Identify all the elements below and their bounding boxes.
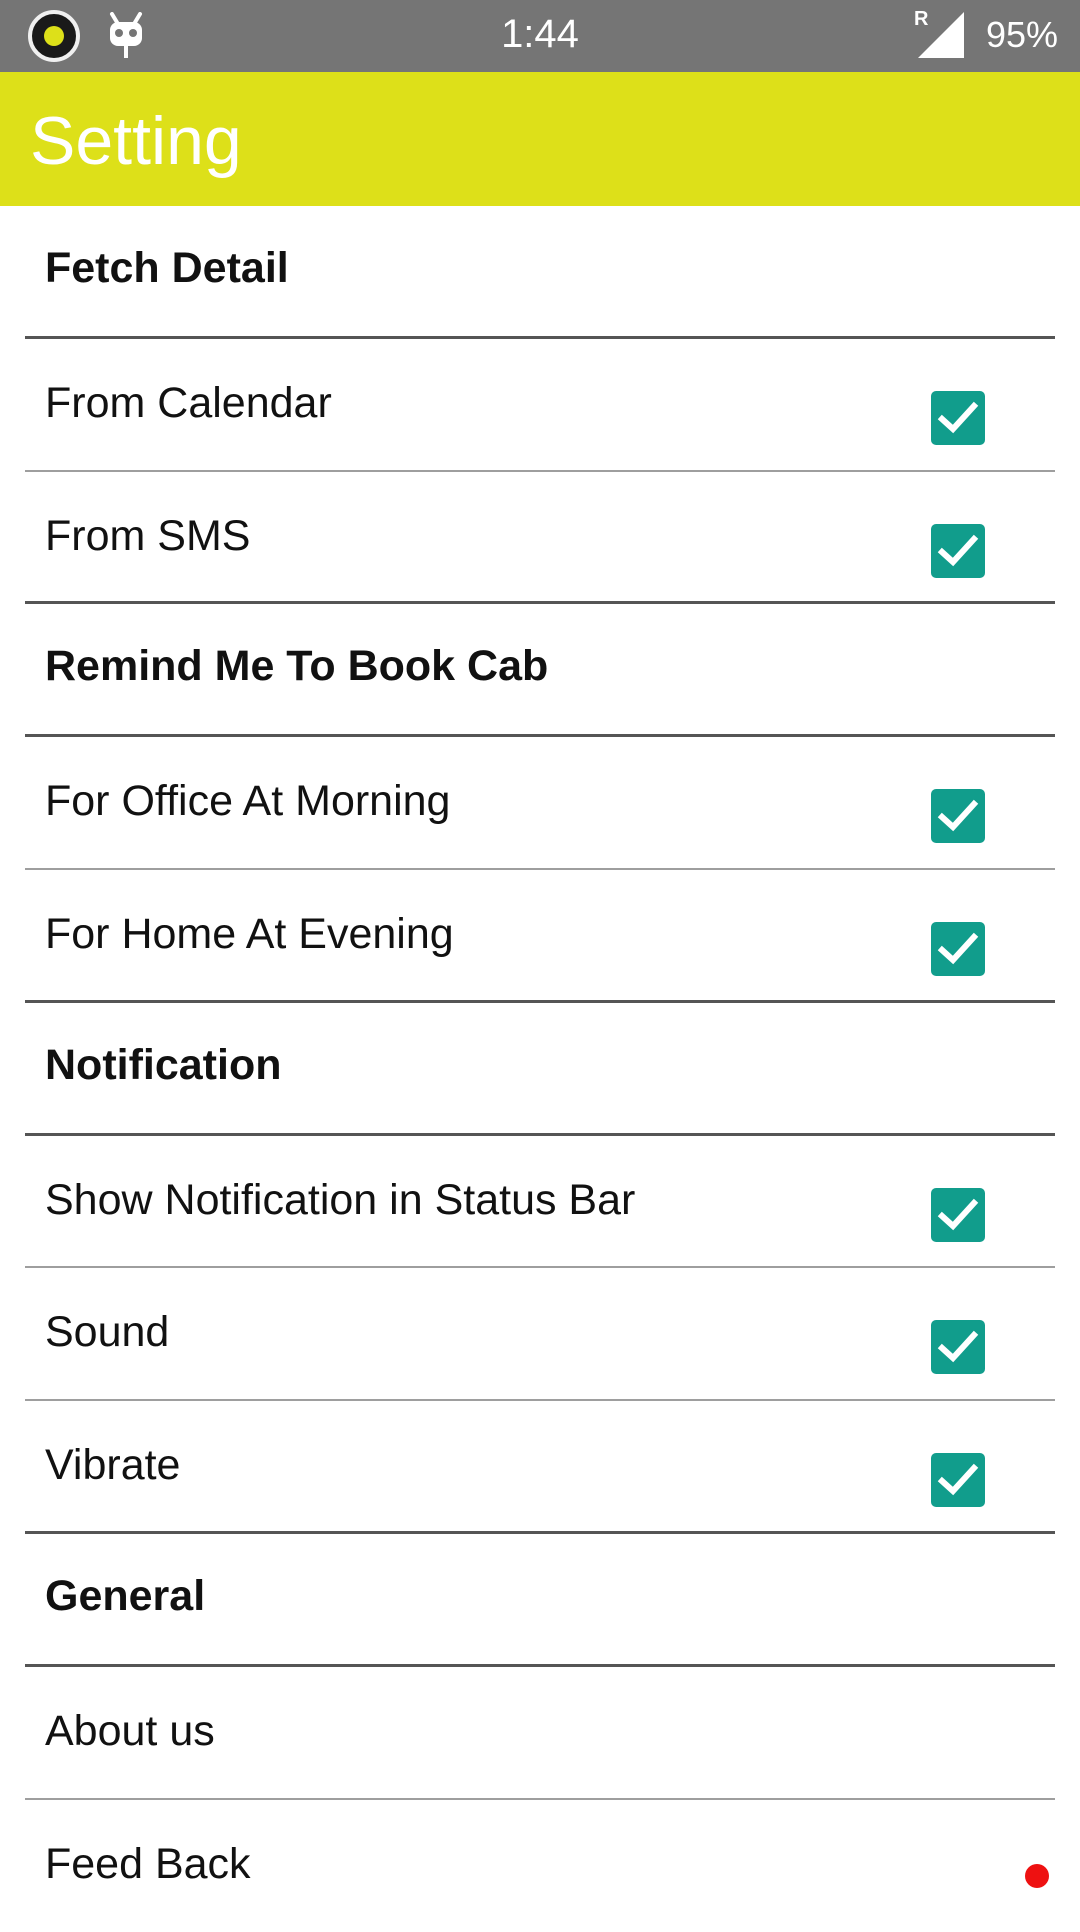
setting-label: From Calendar xyxy=(45,378,332,427)
status-bar: 1:44 R 95% xyxy=(0,0,1080,72)
check-icon xyxy=(937,534,979,566)
from-calendar-checkbox[interactable] xyxy=(931,390,985,445)
app-bar: Setting xyxy=(0,72,1080,206)
setting-label: Show Notification in Status Bar xyxy=(45,1175,636,1224)
vibrate-checkbox[interactable] xyxy=(931,1453,985,1508)
red-dot-indicator xyxy=(1025,1863,1049,1888)
setting-sound[interactable]: Sound xyxy=(25,1268,1055,1402)
check-icon xyxy=(937,1198,979,1230)
home-evening-checkbox[interactable] xyxy=(931,921,985,976)
battery-percentage: 95% xyxy=(985,14,1058,55)
office-morning-checkbox[interactable] xyxy=(931,789,985,844)
setting-label: Sound xyxy=(45,1308,170,1357)
check-icon xyxy=(937,401,979,434)
setting-about-us[interactable]: About us xyxy=(25,1667,1055,1800)
check-icon xyxy=(937,1463,979,1496)
setting-label: Vibrate xyxy=(45,1441,181,1490)
page-title: Setting xyxy=(30,103,242,179)
section-header-fetch-detail: Fetch Detail xyxy=(25,206,1055,339)
setting-feed-back[interactable]: Feed Back xyxy=(25,1800,1055,1932)
setting-label: For Home At Evening xyxy=(45,909,454,958)
section-header-label: Remind Me To Book Cab xyxy=(45,642,549,691)
setting-office-morning[interactable]: For Office At Morning xyxy=(25,737,1055,870)
setting-show-notification[interactable]: Show Notification in Status Bar xyxy=(25,1136,1055,1269)
setting-label: About us xyxy=(45,1706,215,1755)
section-header-remind-me: Remind Me To Book Cab xyxy=(25,604,1055,738)
setting-home-evening[interactable]: For Home At Evening xyxy=(25,870,1055,1003)
setting-label: Feed Back xyxy=(45,1839,251,1888)
setting-from-sms[interactable]: From SMS xyxy=(25,472,1055,605)
from-sms-checkbox[interactable] xyxy=(931,523,985,578)
signal-icon: R xyxy=(914,8,964,58)
setting-label: For Office At Morning xyxy=(45,777,451,826)
section-header-general: General xyxy=(25,1534,1055,1667)
roaming-indicator: R xyxy=(913,8,929,30)
section-header-label: Notification xyxy=(45,1040,282,1089)
setting-from-calendar[interactable]: From Calendar xyxy=(25,339,1055,472)
status-right: R 95% xyxy=(914,8,1058,58)
check-icon xyxy=(937,1331,979,1363)
setting-vibrate[interactable]: Vibrate xyxy=(25,1401,1055,1534)
check-icon xyxy=(937,799,979,832)
section-header-notification: Notification xyxy=(25,1003,1055,1136)
check-icon xyxy=(937,932,979,965)
setting-label: From SMS xyxy=(45,511,251,560)
sound-checkbox[interactable] xyxy=(931,1320,985,1375)
section-header-label: Fetch Detail xyxy=(45,244,289,292)
settings-list: Fetch Detail From Calendar From SMS Remi… xyxy=(0,206,1080,1932)
show-notification-checkbox[interactable] xyxy=(931,1187,985,1242)
section-header-label: General xyxy=(45,1571,206,1620)
